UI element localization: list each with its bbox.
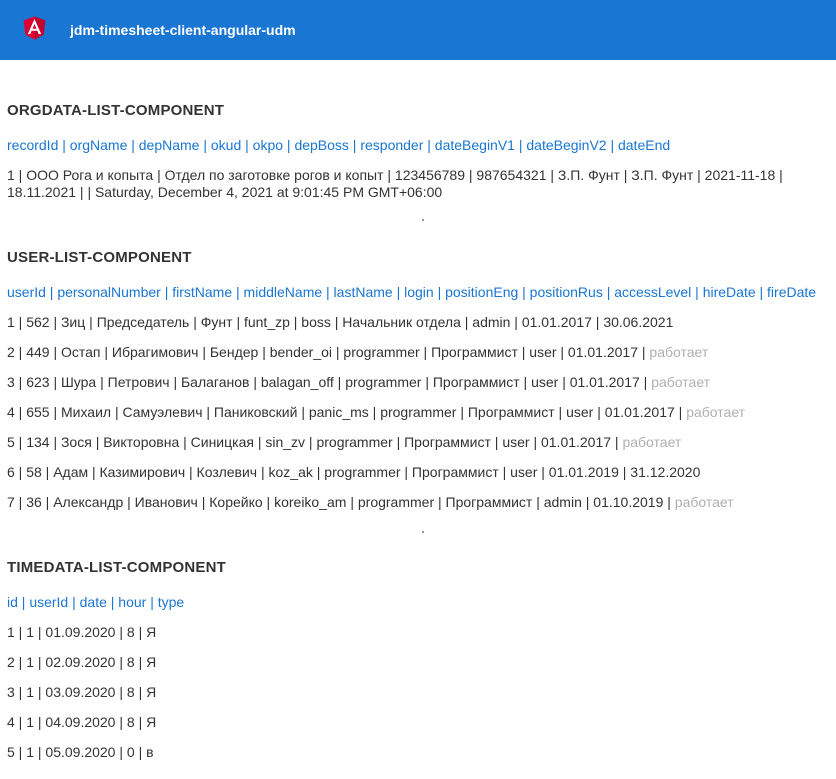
user-row-text: 4 | 655 | Михаил | Самуэлевич | Паниковс… bbox=[7, 404, 687, 420]
user-row-text: 3 | 623 | Шура | Петрович | Балаганов | … bbox=[7, 374, 652, 390]
user-row-status: работает bbox=[686, 404, 746, 420]
timedata-row: 2 | 1 | 02.09.2020 | 8 | Я bbox=[7, 654, 157, 670]
users-columns-header: userId | personalNumber | firstName | mi… bbox=[7, 284, 817, 300]
angular-logo-icon bbox=[23, 16, 46, 40]
timedata-row: 1 | 1 | 01.09.2020 | 8 | Я bbox=[7, 624, 157, 640]
timedata-columns-header: id | userId | date | hour | type bbox=[7, 594, 185, 610]
orgdata-row: 1 | ООО Рога и копыта | Отдел по заготов… bbox=[7, 167, 783, 200]
divider-dot bbox=[422, 219, 424, 221]
timedata-row: 5 | 1 | 05.09.2020 | 0 | в bbox=[7, 744, 154, 760]
user-row: 3 | 623 | Шура | Петрович | Балаганов | … bbox=[7, 374, 710, 390]
user-row: 6 | 58 | Адам | Казимирович | Козлевич |… bbox=[7, 464, 700, 480]
orgdata-columns-header: recordId | orgName | depName | okud | ok… bbox=[7, 137, 671, 153]
timedata-heading: TIMEDATA-LIST-COMPONENT bbox=[7, 559, 227, 576]
app-title: jdm-timesheet-client-angular-udm bbox=[70, 22, 296, 38]
user-row-status: работает bbox=[622, 434, 682, 450]
orgdata-heading: ORGDATA-LIST-COMPONENT bbox=[7, 102, 225, 119]
user-row: 5 | 134 | Зося | Викторовна | Синицкая |… bbox=[7, 434, 681, 450]
user-row: 7 | 36 | Александр | Иванович | Корейко … bbox=[7, 494, 734, 510]
timedata-row: 4 | 1 | 04.09.2020 | 8 | Я bbox=[7, 714, 157, 730]
user-row: 4 | 655 | Михаил | Самуэлевич | Паниковс… bbox=[7, 404, 745, 420]
user-row-text: 2 | 449 | Остап | Ибрагимович | Бендер |… bbox=[7, 344, 650, 360]
user-row-text: 6 | 58 | Адам | Казимирович | Козлевич |… bbox=[7, 464, 701, 480]
timedata-row: 3 | 1 | 03.09.2020 | 8 | Я bbox=[7, 684, 157, 700]
user-row-text: 1 | 562 | Зиц | Председатель | Фунт | fu… bbox=[7, 314, 674, 330]
users-heading: USER-LIST-COMPONENT bbox=[7, 249, 192, 266]
user-row-text: 5 | 134 | Зося | Викторовна | Синицкая |… bbox=[7, 434, 623, 450]
user-row-status: работает bbox=[651, 374, 711, 390]
user-row-status: работает bbox=[674, 494, 734, 510]
divider-dot bbox=[422, 531, 424, 533]
user-row: 1 | 562 | Зиц | Председатель | Фунт | fu… bbox=[7, 314, 673, 330]
user-row-text: 7 | 36 | Александр | Иванович | Корейко … bbox=[7, 494, 675, 510]
app-toolbar: jdm-timesheet-client-angular-udm bbox=[0, 0, 836, 60]
user-row: 2 | 449 | Остап | Ибрагимович | Бендер |… bbox=[7, 344, 708, 360]
user-row-status: работает bbox=[649, 344, 709, 360]
